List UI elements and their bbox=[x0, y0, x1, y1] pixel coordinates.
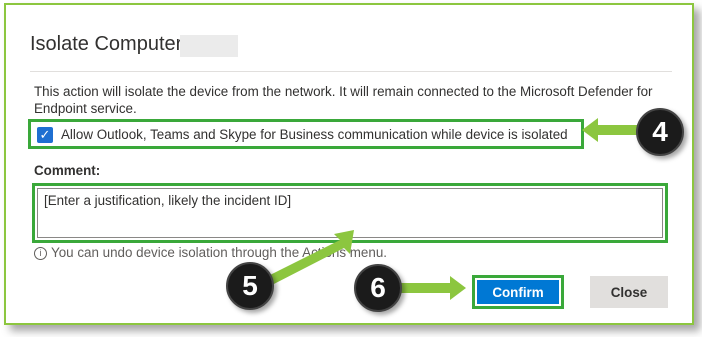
arrow-to-checkbox bbox=[582, 118, 642, 142]
step-5-badge: 5 bbox=[226, 262, 274, 310]
allow-communication-label[interactable]: Allow Outlook, Teams and Skype for Busin… bbox=[61, 127, 568, 142]
step-4-badge: 4 bbox=[636, 108, 684, 156]
confirm-highlight: Confirm bbox=[472, 275, 564, 309]
dialog-description: This action will isolate the device from… bbox=[34, 84, 653, 116]
checkmark-icon: ✓ bbox=[39, 127, 51, 142]
allow-communication-highlight: ✓ Allow Outlook, Teams and Skype for Bus… bbox=[28, 119, 584, 149]
comment-label: Comment: bbox=[34, 163, 101, 178]
allow-communication-checkbox[interactable]: ✓ bbox=[37, 127, 53, 143]
redacted-device-name bbox=[180, 35, 238, 57]
close-button[interactable]: Close bbox=[590, 276, 668, 308]
arrow-to-confirm bbox=[400, 276, 466, 300]
info-icon: i bbox=[34, 247, 47, 260]
title-divider bbox=[30, 71, 672, 72]
dialog-title: Isolate Computer bbox=[30, 33, 183, 55]
confirm-button[interactable]: Confirm bbox=[477, 280, 559, 304]
step-6-badge: 6 bbox=[354, 264, 402, 312]
